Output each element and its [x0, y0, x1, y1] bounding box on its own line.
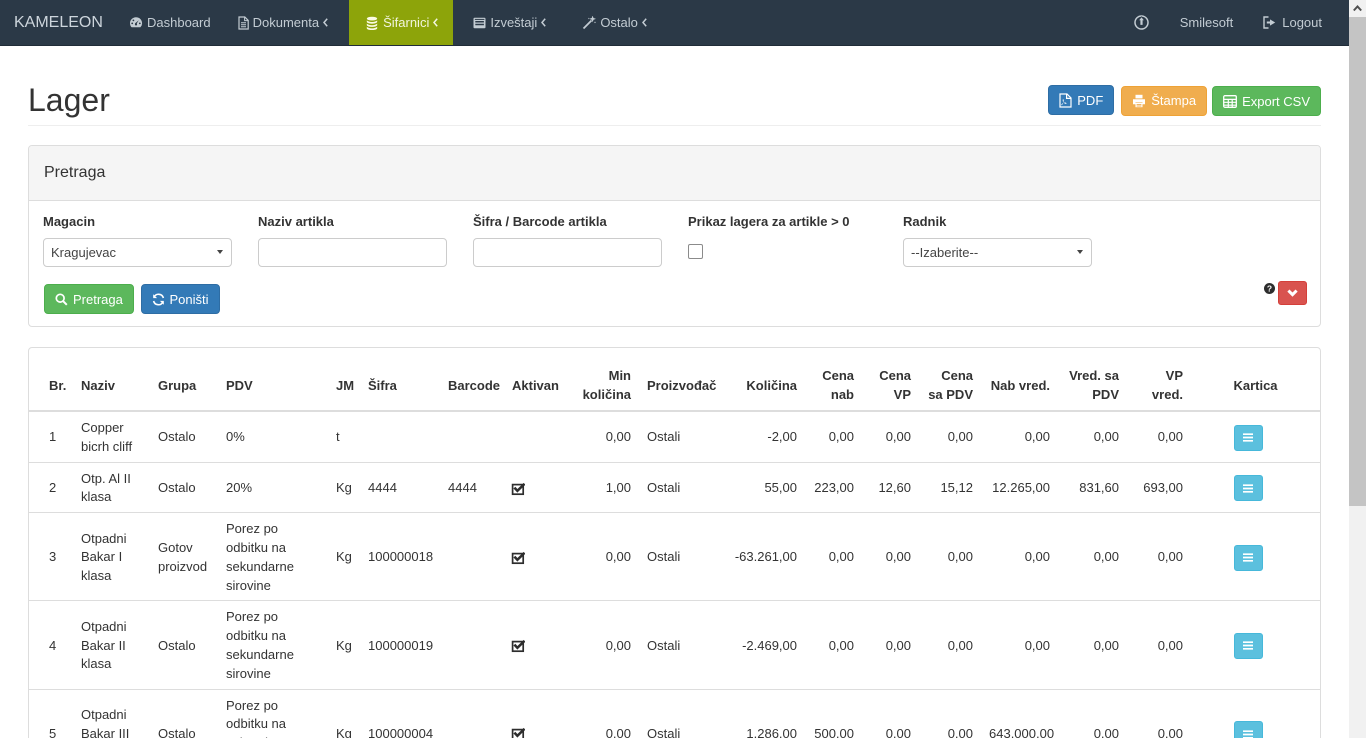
svg-text:?: ?: [1267, 283, 1272, 293]
